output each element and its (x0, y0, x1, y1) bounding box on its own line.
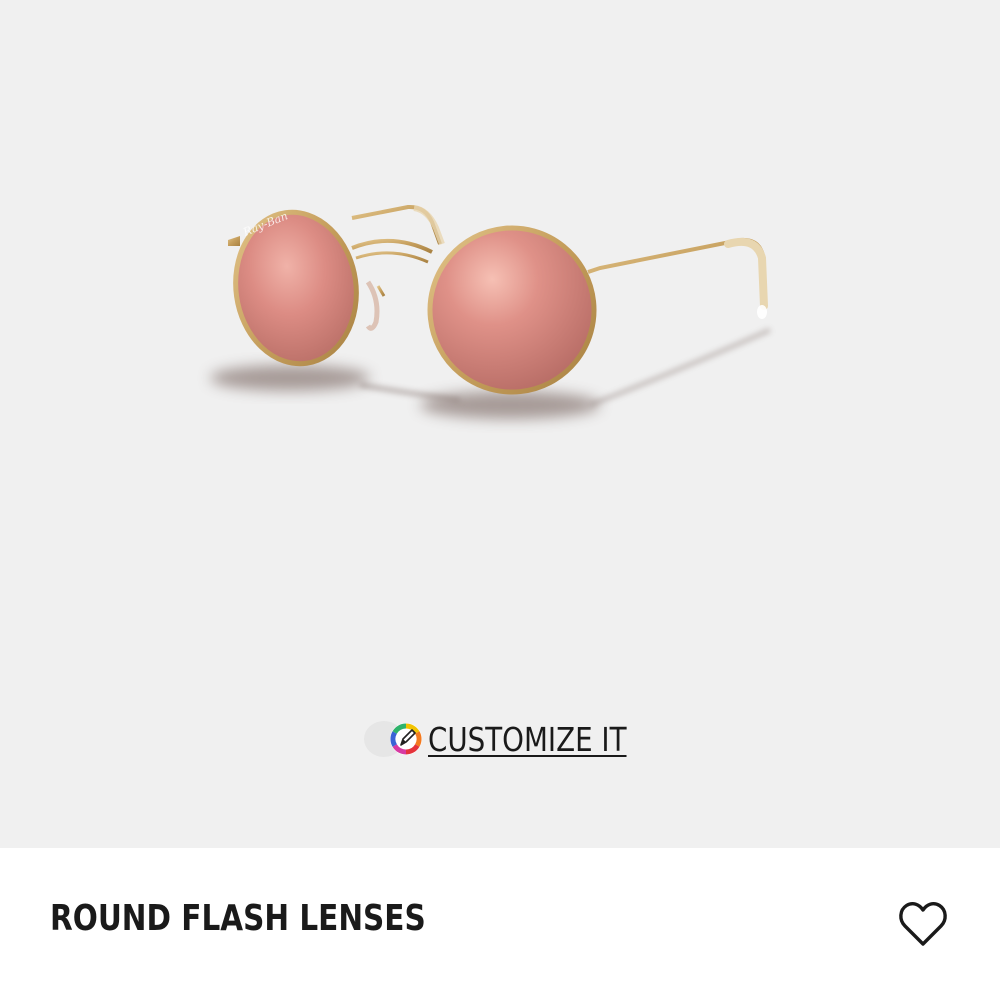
customize-pencil-icon (362, 716, 428, 762)
product-info: ROUND FLASH LENSES (0, 848, 1000, 1000)
product-title: ROUND FLASH LENSES (50, 898, 426, 939)
wishlist-button[interactable] (898, 900, 948, 948)
customize-it-label: CUSTOMIZE IT (428, 719, 627, 759)
product-page: Ray-Ban CUSTOMIZE IT ROUND FLASH LENSES (0, 0, 1000, 1000)
product-image[interactable]: Ray-Ban (0, 0, 1000, 700)
heart-outline-icon (899, 902, 947, 946)
product-hero: Ray-Ban CUSTOMIZE IT (0, 0, 1000, 848)
customize-it-link[interactable]: CUSTOMIZE IT (362, 716, 664, 762)
